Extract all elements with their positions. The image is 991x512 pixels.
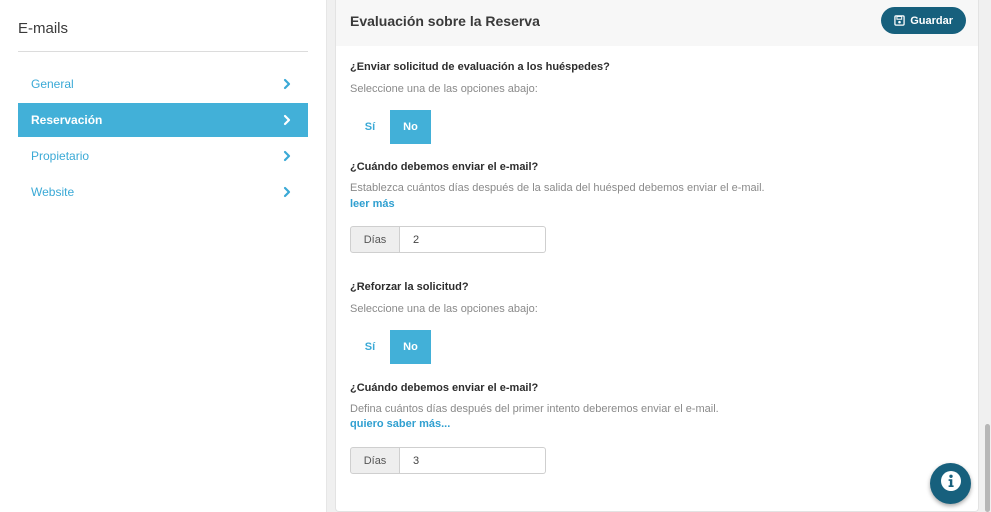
sidebar-divider	[18, 51, 308, 52]
floppy-disk-icon	[894, 15, 905, 26]
panel-header: Evaluación sobre la Reserva Guardar	[336, 0, 978, 46]
learn-more-link[interactable]: quiero saber más...	[350, 418, 450, 430]
days-addon-label: Días	[350, 226, 400, 253]
question-send-when-title: ¿Cuándo debemos enviar el e-mail?	[350, 161, 539, 173]
sidebar-item-label: General	[31, 77, 74, 91]
days-after-first-attempt-input[interactable]: 3	[400, 447, 546, 474]
question-send-review-title: ¿Enviar solicitud de evaluación a los hu…	[350, 61, 610, 73]
save-button-label: Guardar	[910, 14, 953, 27]
page-title: Evaluación sobre la Reserva	[350, 13, 540, 29]
reinforce-no-option[interactable]: No	[390, 330, 431, 364]
sidebar-item-website[interactable]: Website	[18, 175, 308, 209]
reinforce-toggle: Sí No	[350, 330, 431, 364]
days-after-checkout-group: Días 2	[350, 226, 546, 253]
question-send-when-help: Establezca cuántos días después de la sa…	[350, 182, 765, 194]
sidebar-item-label: Website	[31, 185, 75, 199]
save-button[interactable]: Guardar	[881, 7, 966, 34]
send-review-toggle: Sí No	[350, 110, 431, 144]
send-review-yes-option[interactable]: Sí	[350, 110, 390, 144]
sidebar-title: E-mails	[18, 20, 69, 37]
info-icon	[940, 470, 962, 497]
sidebar-item-label: Propietario	[31, 149, 90, 163]
days-after-checkout-input[interactable]: 2	[400, 226, 546, 253]
sidebar-item-propietario[interactable]: Propietario	[18, 139, 308, 173]
reinforce-yes-option[interactable]: Sí	[350, 330, 390, 364]
page-scrollbar[interactable]	[983, 0, 991, 512]
chevron-right-icon	[281, 114, 293, 126]
read-more-link[interactable]: leer más	[350, 198, 395, 210]
sidebar-item-general[interactable]: General	[18, 67, 308, 101]
question-reinforce-title: ¿Reforzar la solicitud?	[350, 281, 469, 293]
send-review-no-option[interactable]: No	[390, 110, 431, 144]
days-addon-label: Días	[350, 447, 400, 474]
sidebar-item-label: Reservación	[31, 113, 103, 127]
sidebar: E-mails General Reservación Propietario …	[0, 0, 327, 512]
scrollbar-thumb[interactable]	[985, 424, 990, 512]
help-info-button[interactable]	[930, 463, 971, 504]
chevron-right-icon	[281, 78, 293, 90]
chevron-right-icon	[281, 186, 293, 198]
question-reinforce-help: Seleccione una de las opciones abajo:	[350, 303, 538, 315]
review-settings-panel: Evaluación sobre la Reserva Guardar ¿Env…	[335, 0, 979, 512]
question-send-review-help: Seleccione una de las opciones abajo:	[350, 83, 538, 95]
chevron-right-icon	[281, 150, 293, 162]
sidebar-nav: General Reservación Propietario Website	[18, 67, 308, 211]
question-resend-when-help: Defina cuántos días después del primer i…	[350, 403, 719, 415]
question-resend-when-title: ¿Cuándo debemos enviar el e-mail?	[350, 382, 539, 394]
sidebar-item-reservacion[interactable]: Reservación	[18, 103, 308, 137]
days-after-first-attempt-group: Días 3	[350, 447, 546, 474]
